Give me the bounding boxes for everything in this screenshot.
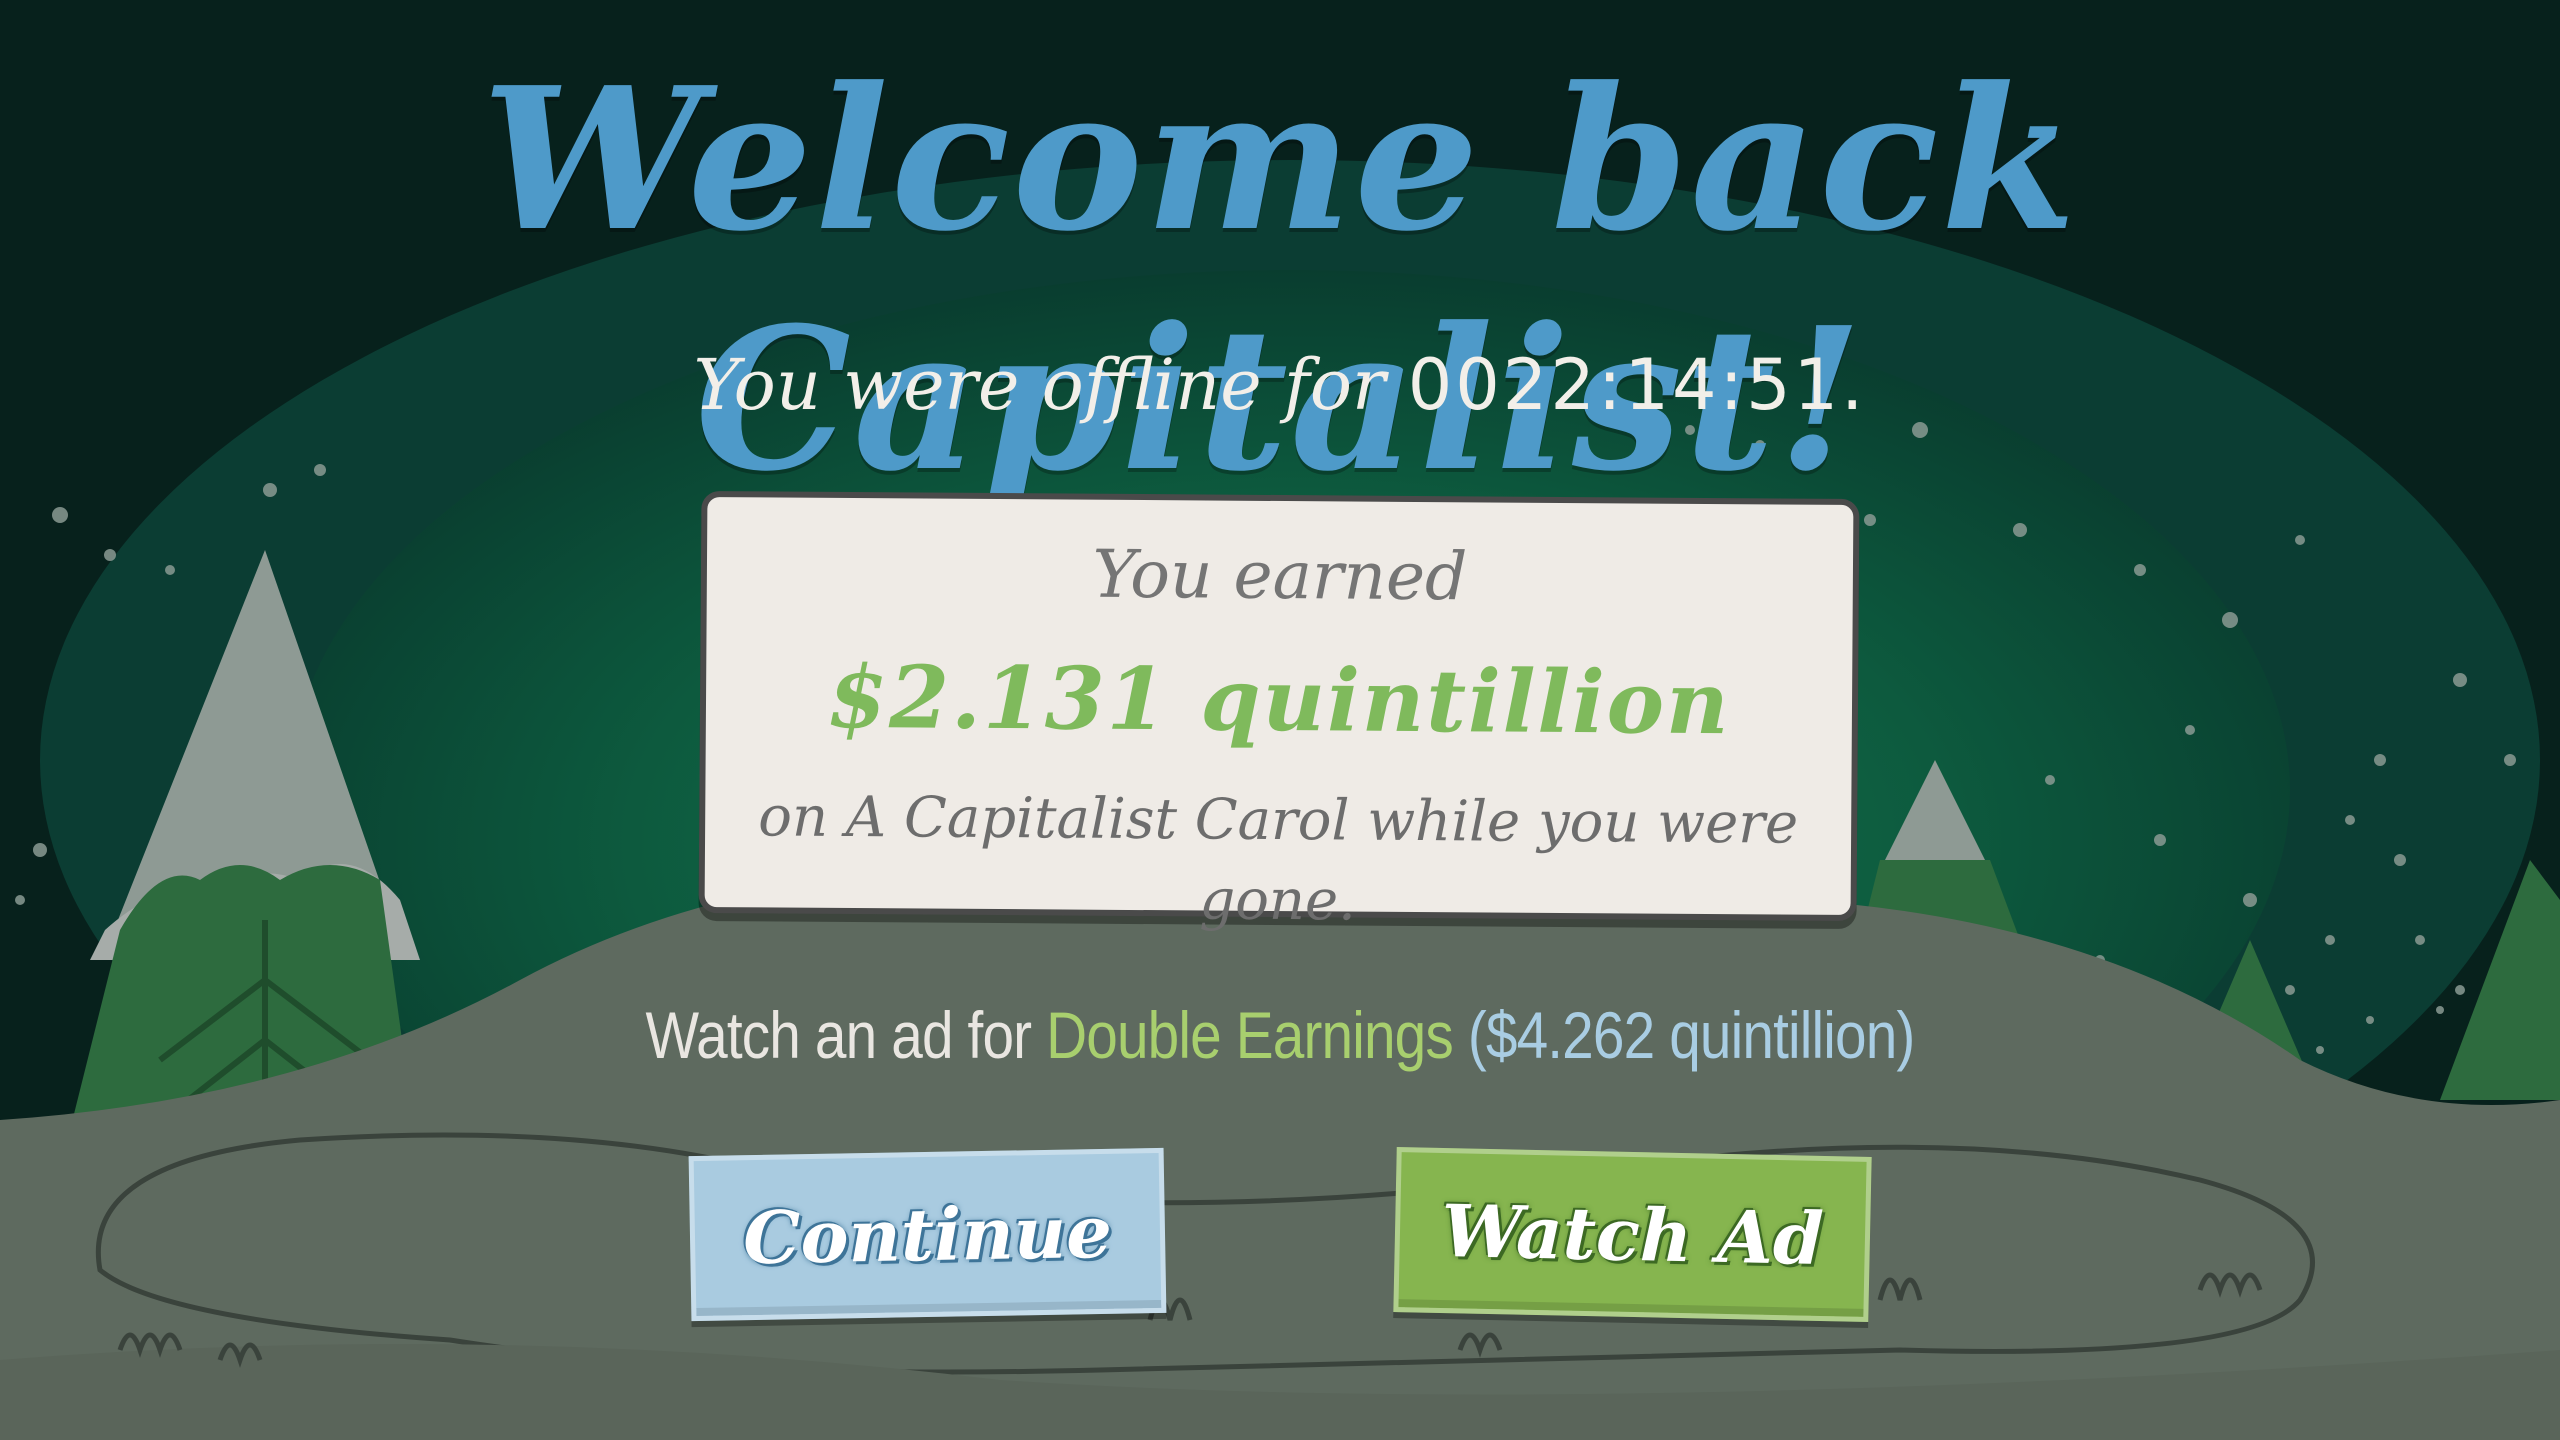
earned-detail: on A Capitalist Carol while you were gon… bbox=[758, 784, 1799, 934]
offline-duration-text: You were offline for 0022:14:51. bbox=[0, 335, 2560, 435]
ad-offer-bonus-name: Double Earnings bbox=[1046, 998, 1454, 1072]
offline-time: 0022:14:51. bbox=[1407, 344, 1867, 426]
watch-ad-button[interactable]: Watch Ad bbox=[1393, 1147, 1872, 1322]
welcome-title: Welcome back Capitalist! bbox=[481, 45, 2079, 515]
continue-button[interactable]: Continue bbox=[688, 1147, 1167, 1322]
ad-offer-prefix: Watch an ad for bbox=[645, 998, 1033, 1072]
ad-offer-text: Watch an ad for Double Earnings ($4.262 … bbox=[179, 990, 2381, 1080]
offline-prefix: You were offline for bbox=[693, 344, 1386, 426]
earned-amount: $2.131 quintillion bbox=[827, 646, 1731, 755]
offline-earnings-screen: Welcome back Capitalist! You were offlin… bbox=[0, 0, 2560, 1440]
earned-label: You earned bbox=[1092, 535, 1468, 616]
earnings-card: You earned $2.131 quintillion on A Capit… bbox=[698, 490, 1860, 934]
ad-offer-bonus-value: ($4.262 quintillion) bbox=[1467, 998, 1915, 1072]
